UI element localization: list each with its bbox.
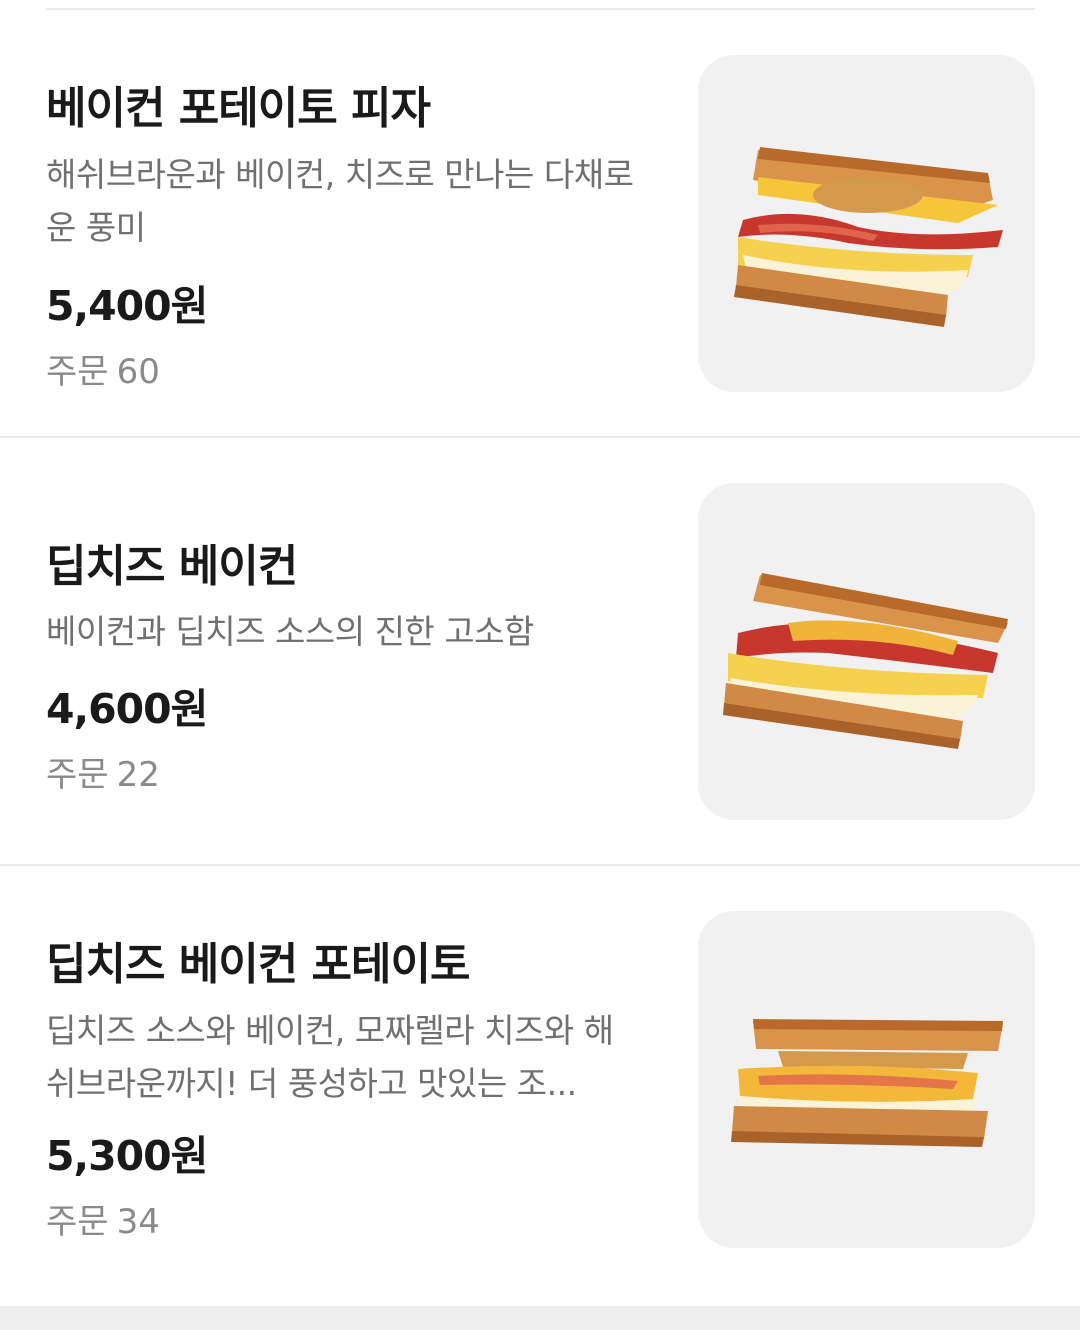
order-count-label: 주문	[46, 1202, 109, 1242]
menu-item-name: 베이컨 포테이토 피자	[46, 83, 431, 134]
order-count-label: 주문	[46, 755, 109, 795]
menu-item[interactable]: 딥치즈 베이컨 포테이토 딥치즈 소스와 베이컨, 모짜렐라 치즈와 해쉬브라운…	[0, 866, 1080, 1294]
menu-item[interactable]: 베이컨 포테이토 피자 해쉬브라운과 베이컨, 치즈로 만나는 다채로운 풍미 …	[0, 10, 1080, 438]
menu-item-price: 5,300원	[46, 1132, 208, 1180]
order-count-label: 주문	[46, 352, 109, 392]
menu-item-description: 해쉬브라운과 베이컨, 치즈로 만나는 다채로운 풍미	[46, 155, 634, 247]
menu-item-order-count: 주문 22	[46, 747, 160, 796]
menu-item-image[interactable]	[698, 55, 1035, 392]
menu-item-price: 5,400원	[46, 282, 208, 330]
bottom-section-separator	[0, 1306, 1080, 1330]
menu-item-order-count: 주문 34	[46, 1194, 160, 1243]
sandwich-deep-cheese-bacon-potato-photo	[731, 1019, 1003, 1147]
sandwich-bacon-potato-pizza-photo	[734, 147, 1003, 327]
sandwich-deep-cheese-bacon-photo	[723, 573, 1008, 749]
order-count-value: 60	[116, 352, 160, 392]
menu-list: 베이컨 포테이토 피자 해쉬브라운과 베이컨, 치즈로 만나는 다채로운 풍미 …	[0, 10, 1080, 1294]
menu-item-order-count: 주문 60	[46, 344, 160, 393]
menu-item-image[interactable]	[698, 483, 1035, 820]
menu-item[interactable]: 딥치즈 베이컨 베이컨과 딥치즈 소스의 진한 고소함 4,600원 주문 22	[0, 438, 1080, 866]
menu-item-image[interactable]	[698, 911, 1035, 1248]
menu-item-name: 딥치즈 베이컨	[46, 541, 298, 592]
order-count-value: 22	[116, 755, 160, 795]
menu-item-price: 4,600원	[46, 685, 208, 733]
menu-item-description: 베이컨과 딥치즈 소스의 진한 고소함	[46, 612, 534, 651]
menu-item-name: 딥치즈 베이컨 포테이토	[46, 939, 470, 990]
menu-item-description: 딥치즈 소스와 베이컨, 모짜렐라 치즈와 해쉬브라운까지! 더 풍성하고 맛있…	[46, 1011, 614, 1103]
order-count-value: 34	[116, 1202, 160, 1242]
